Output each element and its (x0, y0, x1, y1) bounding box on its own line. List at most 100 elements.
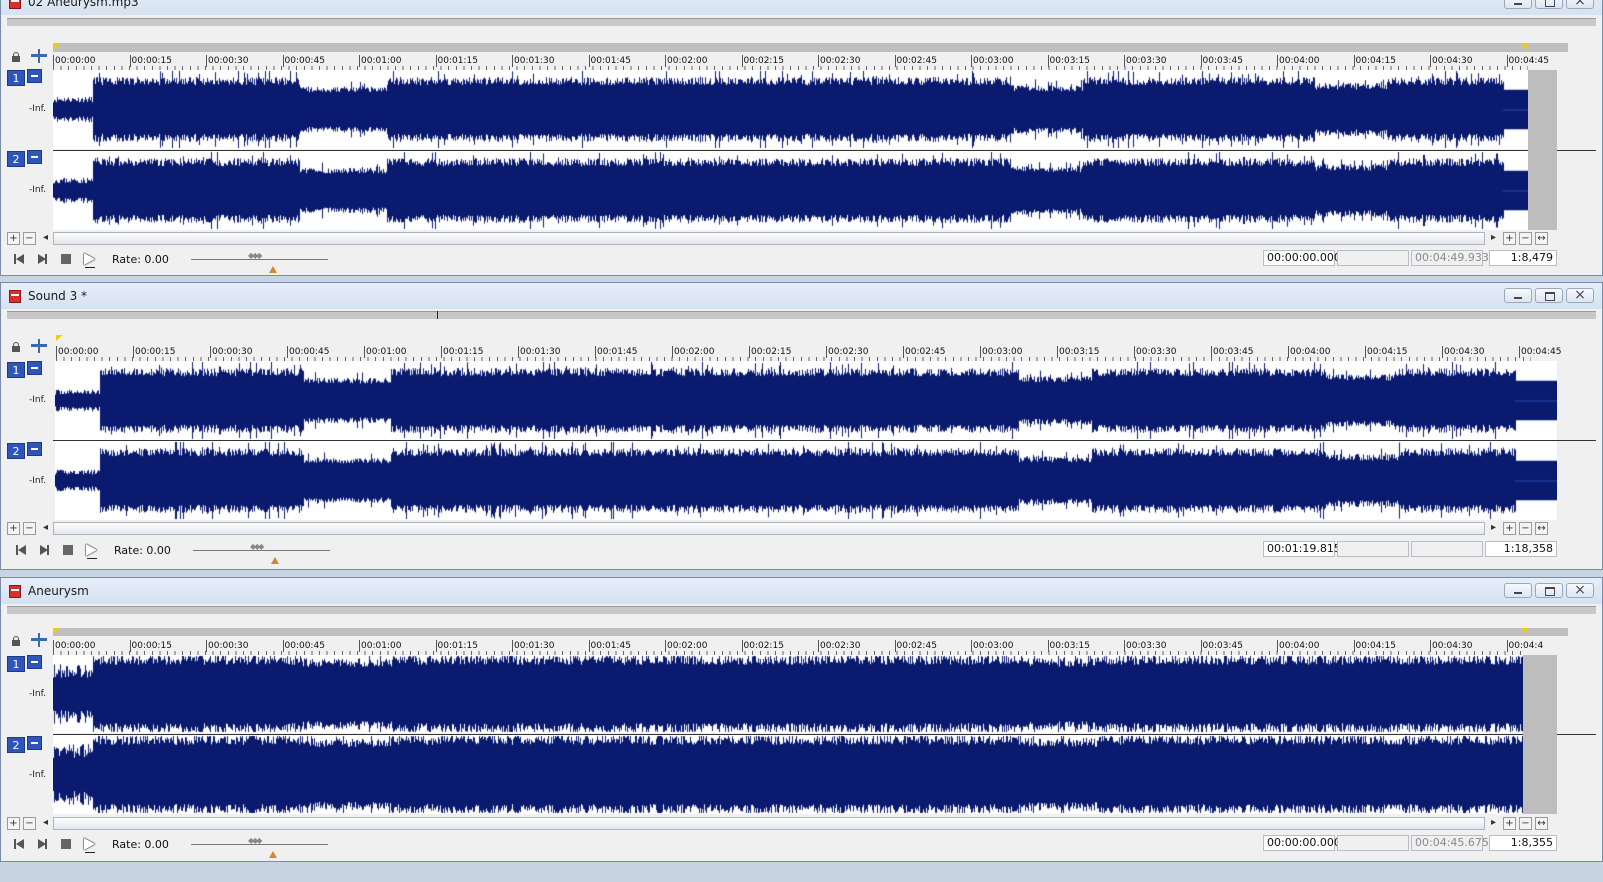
maximize-button[interactable] (1535, 583, 1563, 598)
start-marker[interactable] (53, 44, 60, 50)
title-bar[interactable]: Aneurysm (1, 578, 1602, 604)
maximize-button[interactable] (1535, 0, 1563, 9)
channel-2-minimize[interactable] (27, 736, 42, 750)
overview-bar[interactable] (7, 18, 1596, 26)
zoom-out-icon[interactable]: − (1519, 232, 1532, 245)
close-button[interactable] (1566, 287, 1594, 303)
rate-slider-thumb[interactable] (250, 542, 272, 555)
play-icon[interactable] (82, 837, 96, 853)
channel-1-button[interactable]: 1 (7, 70, 25, 86)
selection-length-field[interactable] (1411, 541, 1483, 557)
zoom-in-icon[interactable]: + (1503, 232, 1516, 245)
go-to-end-icon[interactable] (35, 252, 49, 266)
zoom-full-icon[interactable]: ↔ (1535, 522, 1548, 535)
selection-length-field[interactable]: 00:04:45.675 (1411, 835, 1489, 851)
snap-icon[interactable] (31, 633, 47, 647)
minimize-button[interactable] (1504, 583, 1532, 598)
scroll-thumb[interactable] (53, 817, 1485, 830)
title-bar[interactable]: 02 Aneurysm.mp3 (1, 0, 1602, 15)
end-marker[interactable] (1521, 44, 1528, 50)
zoom-out-icon[interactable]: − (23, 817, 36, 830)
maximize-button[interactable] (1535, 288, 1563, 303)
lock-icon[interactable] (11, 342, 21, 352)
go-to-start-icon[interactable] (12, 837, 26, 851)
zoom-out-icon[interactable]: − (1519, 817, 1532, 830)
zoom-out-icon[interactable]: − (23, 522, 36, 535)
waveform-channel-2[interactable] (53, 151, 1557, 230)
snap-icon[interactable] (31, 49, 47, 63)
overview-bar[interactable] (7, 606, 1596, 614)
scroll-left-icon[interactable]: ◂ (39, 522, 52, 535)
zoom-ratio-field[interactable]: 1:18,358 (1485, 541, 1557, 557)
selection-start-field[interactable]: 00:01:19.815 (1263, 541, 1341, 557)
channel-1-minimize[interactable] (27, 361, 42, 375)
stop-icon[interactable] (61, 543, 75, 557)
marker-bar[interactable] (53, 628, 1568, 636)
waveform-channel-2[interactable] (55, 441, 1557, 520)
go-to-start-icon[interactable] (14, 543, 28, 557)
selection-start-field[interactable]: 00:00:00.000 (1263, 835, 1341, 851)
zoom-in-icon[interactable]: + (1503, 817, 1516, 830)
minimize-button[interactable] (1504, 288, 1532, 303)
close-button[interactable] (1566, 582, 1594, 598)
scroll-right-icon[interactable]: ▸ (1487, 522, 1500, 535)
zoom-full-icon[interactable]: ↔ (1535, 232, 1548, 245)
zoom-in-icon[interactable]: + (7, 817, 20, 830)
waveform-channel-2[interactable] (53, 735, 1557, 814)
channel-2-minimize[interactable] (27, 150, 42, 164)
minimize-button[interactable] (1504, 0, 1532, 9)
channel-1-button[interactable]: 1 (7, 656, 25, 672)
horizontal-scroll[interactable]: + − ◂ ▸ + − ↔ (7, 817, 1596, 830)
lock-icon[interactable] (11, 52, 21, 62)
go-to-start-icon[interactable] (12, 252, 26, 266)
start-marker[interactable] (56, 335, 63, 341)
channel-2-minimize[interactable] (27, 442, 42, 456)
play-icon[interactable] (82, 252, 96, 268)
zoom-out-icon[interactable]: − (23, 232, 36, 245)
scroll-right-icon[interactable]: ▸ (1487, 817, 1500, 830)
lock-icon[interactable] (11, 636, 21, 646)
channel-1-button[interactable]: 1 (7, 362, 25, 378)
data-window-2[interactable]: Sound 3 * 00:00:0000:00:1500:00:3000:00:… (0, 282, 1603, 570)
channel-2-button[interactable]: 2 (7, 737, 25, 753)
waveform-channel-1[interactable] (53, 655, 1557, 733)
data-window-1[interactable]: 02 Aneurysm.mp3 00:00:0000:00:1500:00:30… (0, 0, 1603, 276)
scroll-thumb[interactable] (53, 522, 1485, 535)
zoom-full-icon[interactable]: ↔ (1535, 817, 1548, 830)
zoom-in-icon[interactable]: + (7, 232, 20, 245)
scroll-left-icon[interactable]: ◂ (39, 232, 52, 245)
rate-slider-thumb[interactable] (248, 251, 270, 264)
start-marker[interactable] (53, 628, 60, 634)
zoom-in-icon[interactable]: + (1503, 522, 1516, 535)
horizontal-scroll[interactable]: + − ◂ ▸ + − ↔ (7, 522, 1596, 535)
zoom-out-icon[interactable]: − (1519, 522, 1532, 535)
channel-2-button[interactable]: 2 (7, 151, 25, 167)
waveform-channel-1[interactable] (55, 361, 1557, 440)
zoom-ratio-field[interactable]: 1:8,479 (1489, 250, 1557, 266)
snap-icon[interactable] (31, 339, 47, 353)
selection-start-field[interactable]: 00:00:00.000 (1263, 250, 1341, 266)
close-button[interactable] (1566, 0, 1594, 9)
scroll-left-icon[interactable]: ◂ (39, 817, 52, 830)
selection-end-field[interactable] (1337, 250, 1409, 266)
go-to-end-icon[interactable] (37, 543, 51, 557)
go-to-end-icon[interactable] (35, 837, 49, 851)
channel-1-minimize[interactable] (27, 655, 42, 669)
horizontal-scroll[interactable]: + − ◂ ▸ + − ↔ (7, 232, 1596, 245)
scroll-thumb[interactable] (53, 232, 1485, 245)
waveform-channel-1[interactable] (53, 70, 1557, 149)
marker-bar[interactable] (53, 43, 1568, 52)
selection-end-field[interactable] (1337, 541, 1409, 557)
zoom-in-icon[interactable]: + (7, 522, 20, 535)
stop-icon[interactable] (59, 837, 73, 851)
zoom-ratio-field[interactable]: 1:8,355 (1489, 835, 1557, 851)
data-window-3[interactable]: Aneurysm 00:00:0000:00:1500:00:3000:00:4… (0, 577, 1603, 862)
end-marker[interactable] (1521, 628, 1528, 634)
channel-2-button[interactable]: 2 (7, 443, 25, 459)
overview-bar[interactable] (7, 311, 1596, 319)
play-icon[interactable] (84, 543, 98, 559)
rate-slider-thumb[interactable] (248, 836, 270, 849)
channel-1-minimize[interactable] (27, 69, 42, 83)
stop-icon[interactable] (59, 252, 73, 266)
scroll-right-icon[interactable]: ▸ (1487, 232, 1500, 245)
